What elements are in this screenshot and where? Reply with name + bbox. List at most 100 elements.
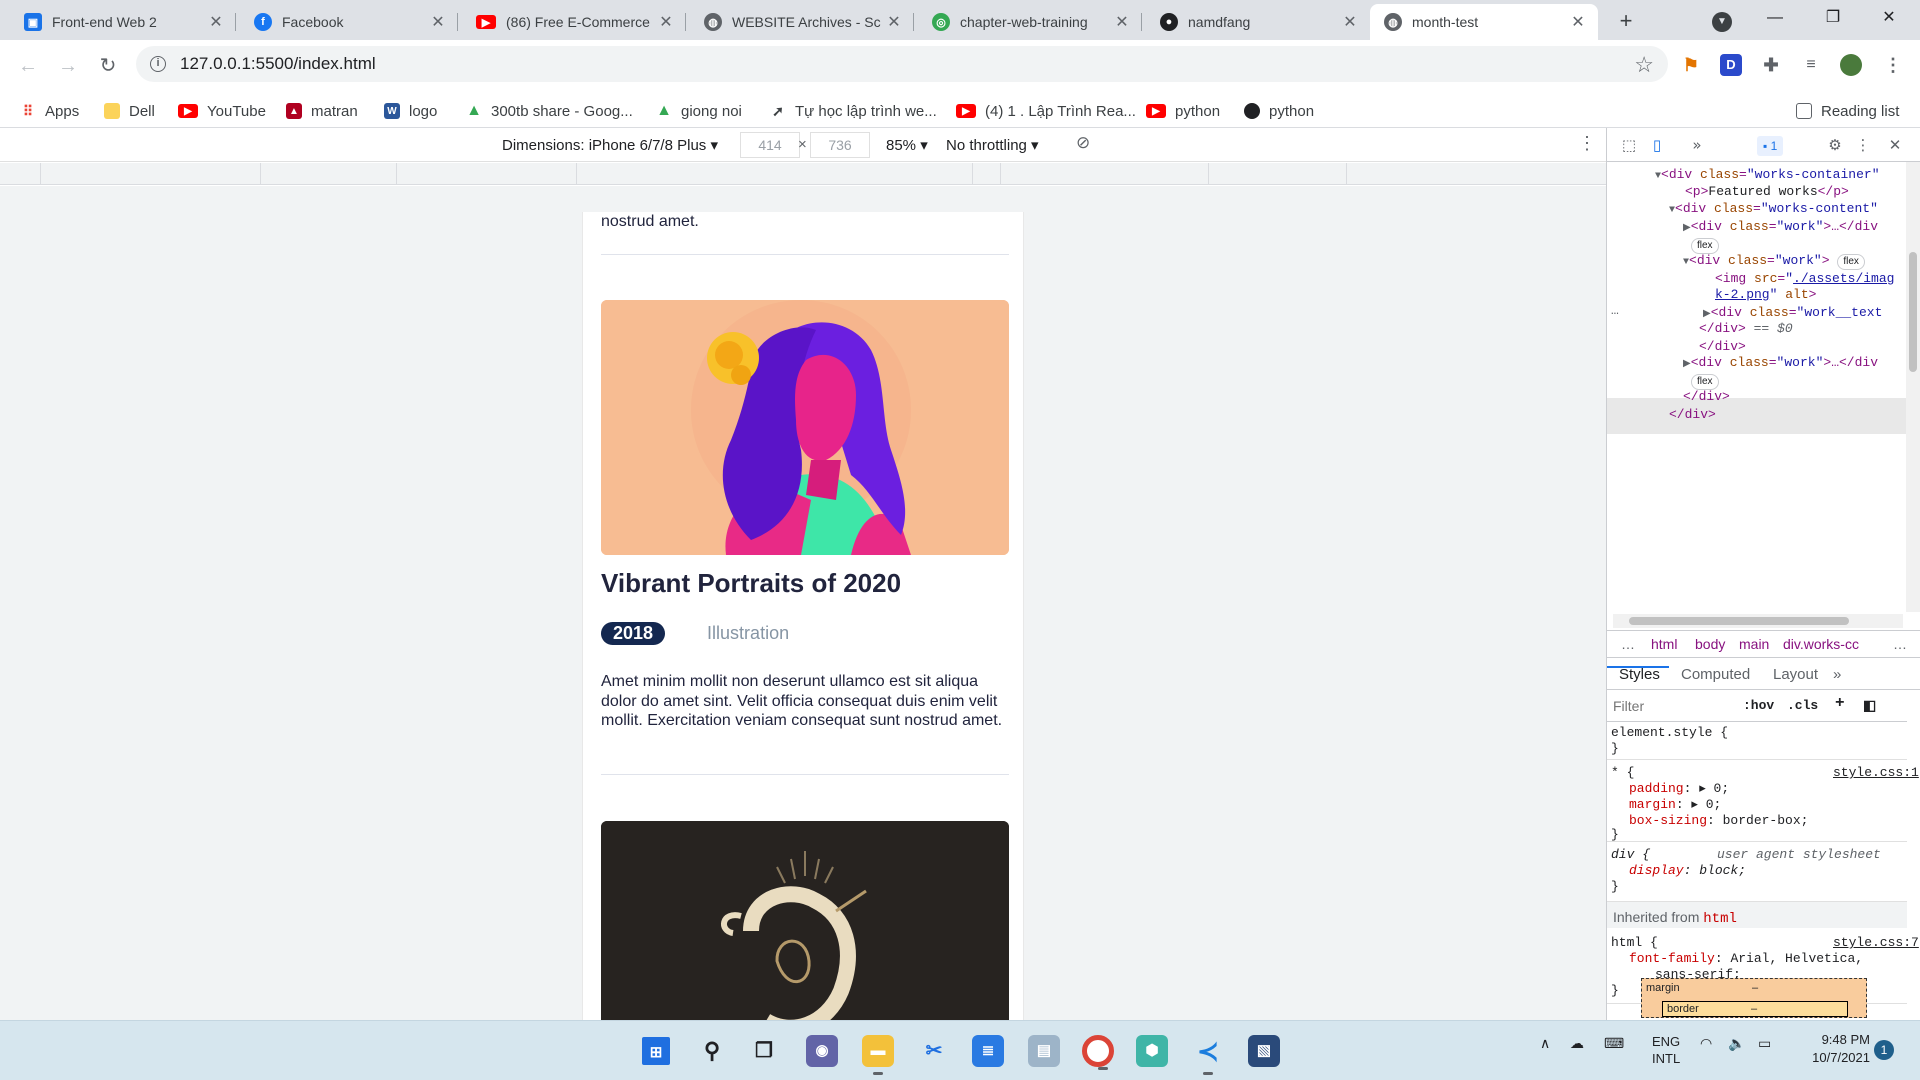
breadcrumb-main[interactable]: main [1739,636,1769,652]
keyboard-icon[interactable]: ⌨ [1604,1035,1624,1052]
wifi-icon[interactable]: ◠ [1700,1035,1712,1052]
window-close-icon[interactable]: ✕ [1866,4,1912,32]
teams-chat-icon[interactable]: ◉ [806,1035,838,1067]
tab-chapter-web-training[interactable]: ◎ chapter-web-training ✕ [918,4,1142,40]
bookmark-lap-trinh-react[interactable]: ▶ (4) 1 . Lập Trình Rea... [956,100,1136,122]
node-more-icon[interactable]: … [1611,302,1619,320]
tray-chevron-icon[interactable]: ∧ [1540,1035,1550,1052]
tab-styles[interactable]: Styles [1619,666,1660,683]
extensions-puzzle-icon[interactable]: ✚ [1760,54,1782,76]
inspect-element-icon[interactable]: ⬚ [1619,135,1639,155]
profile-avatar[interactable] [1840,54,1862,76]
notification-badge[interactable]: 1 [1874,1040,1894,1060]
system-clock[interactable]: 9:48 PM 10/7/2021 [1800,1031,1870,1067]
bookmark-python-github[interactable]: python [1244,100,1314,122]
breadcrumb-html[interactable]: html [1651,636,1677,652]
toggle-sidebar-icon[interactable]: ◧ [1863,698,1876,715]
restore-icon[interactable]: ❐ [1810,4,1856,32]
tab-facebook[interactable]: f Facebook ✕ [240,4,458,40]
close-icon[interactable]: ✕ [1568,12,1588,32]
app-window-icon[interactable]: ▧ [1248,1035,1280,1067]
styles-filter-input[interactable] [1613,696,1733,716]
breadcrumb-more-icon[interactable]: … [1621,636,1635,652]
monitor-app-icon[interactable]: ▤ [1028,1035,1060,1067]
rule-div-ua[interactable]: div { user agent stylesheet display: blo… [1607,842,1907,902]
tab-month-test[interactable]: ◍ month-test ✕ [1370,4,1598,40]
bookmark-logo[interactable]: W logo [384,100,437,122]
node-work-1[interactable]: ▶<div class="work">…</div [1683,218,1878,238]
close-icon[interactable]: ✕ [884,12,904,32]
device-dimensions-select[interactable]: Dimensions: iPhone 6/7/8 Plus ▾ [502,136,718,154]
source-link[interactable]: style.css:1 [1833,764,1919,782]
rotate-icon[interactable]: ⊘ [1076,133,1090,153]
issues-badge[interactable]: ▪ 1 [1757,136,1784,156]
elements-horizontal-scrollbar[interactable] [1613,614,1903,628]
device-width-input[interactable]: 414 [740,132,800,158]
bookmark-apps[interactable]: ⠿ Apps [20,100,79,122]
search-icon[interactable]: ⚲ [696,1035,728,1067]
img-src-link[interactable]: k-2.png [1715,287,1770,302]
cube-app-icon[interactable]: ⬢ [1136,1035,1168,1067]
close-icon[interactable]: ✕ [1112,12,1132,32]
onedrive-icon[interactable]: ☁ [1570,1035,1584,1052]
close-icon[interactable]: ✕ [206,12,226,32]
breadcrumb-body[interactable]: body [1695,636,1725,652]
bookmark-youtube[interactable]: ▶ YouTube [178,100,266,122]
reading-list[interactable]: Reading list [1796,100,1899,122]
bookmark-star-icon[interactable]: ☆ [1634,52,1654,78]
vscode-icon[interactable]: ≺ [1192,1035,1224,1075]
device-height-input[interactable]: 736 [810,132,870,158]
browser-menu-icon[interactable]: ⋮ [1882,54,1904,76]
breadcrumb-more-icon[interactable]: … [1893,636,1907,652]
tab-search-icon[interactable]: ▼ [1712,12,1732,32]
battery-icon[interactable]: ▭ [1758,1035,1771,1052]
tab-free-ecommerce[interactable]: ▶ (86) Free E-Commerce ✕ [462,4,686,40]
snipping-tool-icon[interactable]: ✂ [918,1035,950,1067]
hover-state-toggle[interactable]: :hov [1743,698,1774,713]
node-works-content[interactable]: ▼<div class="works-content" [1669,200,1878,220]
notepad-icon[interactable]: ≣ [972,1035,1004,1067]
address-bar[interactable]: i 127.0.0.1:5500/index.html ☆ [136,46,1668,82]
settings-gear-icon[interactable]: ⚙ [1825,135,1845,155]
new-rule-icon[interactable]: + [1835,694,1845,712]
throttling-select[interactable]: No throttling ▾ [946,136,1039,154]
volume-icon[interactable]: 🔈 [1728,1035,1745,1052]
bookmark-python-youtube[interactable]: ▶ python [1146,100,1220,122]
rule-element-style[interactable]: element.style { } [1607,722,1907,760]
more-panels-icon[interactable]: » [1833,666,1841,683]
close-icon[interactable]: ✕ [428,12,448,32]
extension-flag-icon[interactable]: ⚑ [1680,54,1702,76]
forward-icon[interactable]: → [54,52,82,80]
url-text[interactable]: 127.0.0.1:5500/index.html [180,54,376,74]
devtools-menu-icon[interactable]: ⋮ [1853,135,1873,155]
tab-computed[interactable]: Computed [1681,666,1750,683]
close-icon[interactable]: ✕ [1340,12,1360,32]
devtools-close-icon[interactable]: ✕ [1885,135,1905,155]
tab-namdfang[interactable]: ● namdfang ✕ [1146,4,1370,40]
elements-vertical-scrollbar[interactable] [1906,162,1920,612]
bookmark-dell[interactable]: Dell [104,100,155,122]
task-view-icon[interactable]: ❐ [748,1035,780,1067]
more-tabs-icon[interactable]: » [1687,135,1707,155]
close-icon[interactable]: ✕ [656,12,676,32]
bookmark-matran[interactable]: ▲ matran [286,100,358,122]
tab-layout[interactable]: Layout [1773,666,1818,683]
back-icon[interactable]: ← [14,52,42,80]
reload-icon[interactable]: ↻ [94,52,122,80]
device-toggle-icon[interactable]: ▯ [1647,135,1667,155]
rule-universal[interactable]: * { style.css:1 padding: ▸ 0; margin: ▸ … [1607,760,1919,842]
chrome-icon[interactable] [1082,1035,1114,1070]
device-options-icon[interactable]: ⋮ [1578,133,1596,154]
class-toggle[interactable]: .cls [1787,698,1818,713]
bookmark-tu-hoc[interactable]: ➚ Tự học lập trình we... [770,100,937,122]
minimize-icon[interactable]: — [1752,4,1798,32]
work-title[interactable]: Vibrant Portraits of 2020 [601,568,901,599]
img-src-link[interactable]: ./assets/imag [1793,271,1894,286]
reading-mode-icon[interactable]: ≡ [1800,54,1822,76]
file-explorer-icon[interactable]: ▬ [862,1035,894,1075]
inherited-tag[interactable]: html [1703,911,1737,927]
bookmark-giong-noi[interactable]: ▲ giong noi [656,100,742,122]
site-info-icon[interactable]: i [150,56,166,72]
box-model-diagram[interactable]: margin – border – [1641,978,1867,1018]
node-work-2[interactable]: ▼<div class="work"> flex [1683,252,1865,272]
